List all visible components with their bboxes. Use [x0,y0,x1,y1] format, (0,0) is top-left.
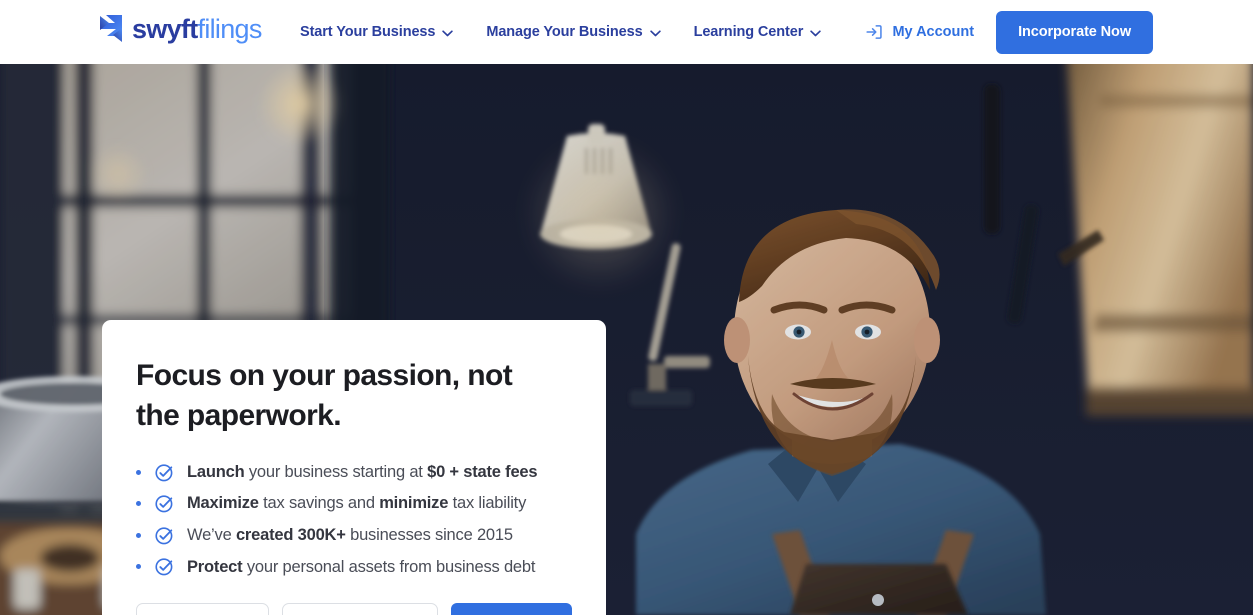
bullet-dot-icon [136,501,141,507]
my-account-label: My Account [892,24,975,40]
benefit-item: Maximize tax savings and minimize tax li… [136,493,572,514]
landing-page: swyftfilings Start Your Business Manage … [0,0,1253,615]
benefit-text: Protect your personal assets from busine… [187,557,535,578]
benefit-bold-3: created 300K+ [235,526,346,545]
benefit-text: We’ve created 300K+ businesses since 201… [187,525,513,546]
hero-headline-line-1: Focus on your passion, not [136,359,513,392]
benefit-tail-2: tax liability [448,494,527,513]
formation-form: LLC State of formation Get Started [136,603,572,615]
benefit-bold-2: minimize [379,494,449,513]
bullet-dot-icon [136,532,141,538]
primary-nav: Start Your Business Manage Your Business… [300,0,821,64]
hero-offer-card: Focus on your passion, not the paperwork.… [102,320,606,615]
nav-item-start-your-business[interactable]: Start Your Business [300,24,454,40]
benefit-mid-2: tax savings and [258,494,380,513]
bullet-dot-icon [136,564,141,570]
my-account-link[interactable]: My Account [865,23,974,41]
hero-section: Focus on your passion, not the paperwork.… [0,64,1253,615]
incorporate-now-button[interactable]: Incorporate Now [996,10,1153,54]
nav-item-manage-your-business-label: Manage Your Business [486,24,643,40]
state-of-formation-select[interactable]: State of formation [281,603,438,615]
hero-headline: Focus on your passion, not the paperwork. [136,356,572,436]
check-circle-icon [155,494,187,513]
benefit-bold-1: Maximize [187,494,259,513]
top-navigation-bar: swyftfilings Start Your Business Manage … [0,0,1253,64]
sign-in-icon [865,23,883,41]
nav-item-start-your-business-label: Start Your Business [300,24,436,40]
check-circle-icon [155,557,187,576]
brand-wordmark: swyftfilings [132,13,263,44]
check-circle-icon [155,463,187,482]
chevron-down-icon [810,29,821,37]
benefit-bold-4: Protect [187,557,243,576]
chevron-down-icon [649,29,661,37]
brand-word-2: filings [197,13,263,44]
benefit-mid-4: your personal assets from business debt [242,557,536,576]
benefit-item: Protect your personal assets from busine… [136,557,572,578]
benefit-item: Launch your business starting at $0 + st… [136,462,572,483]
bullet-dot-icon [136,469,141,475]
benefit-item: We’ve created 300K+ businesses since 201… [136,525,572,546]
benefit-text: Launch your business starting at $0 + st… [187,462,538,483]
get-started-button[interactable]: Get Started [450,603,572,615]
benefit-bold-1: Launch [187,462,245,481]
benefit-mid-1: your business starting at [244,462,428,481]
chevron-down-icon [442,29,454,37]
benefits-list: Launch your business starting at $0 + st… [136,462,572,578]
check-circle-icon [155,526,187,545]
hero-headline-line-2: the paperwork. [136,398,342,432]
benefit-text: Maximize tax savings and minimize tax li… [187,493,526,514]
entity-type-select[interactable]: LLC [136,603,269,615]
nav-item-learning-center-label: Learning Center [693,24,804,40]
nav-right-actions: My Account Incorporate Now [865,0,1153,64]
brand-word-1: swyft [132,13,198,44]
benefit-lead-3: We’ve [187,526,232,545]
brand-logo[interactable]: swyftfilings [98,14,262,44]
swyft-s-logo-icon [98,14,124,44]
nav-item-manage-your-business[interactable]: Manage Your Business [486,24,661,40]
benefit-bold-2: $0 + state fees [427,462,538,481]
nav-item-learning-center[interactable]: Learning Center [694,24,822,40]
benefit-tail-3: businesses since 2015 [345,526,513,545]
